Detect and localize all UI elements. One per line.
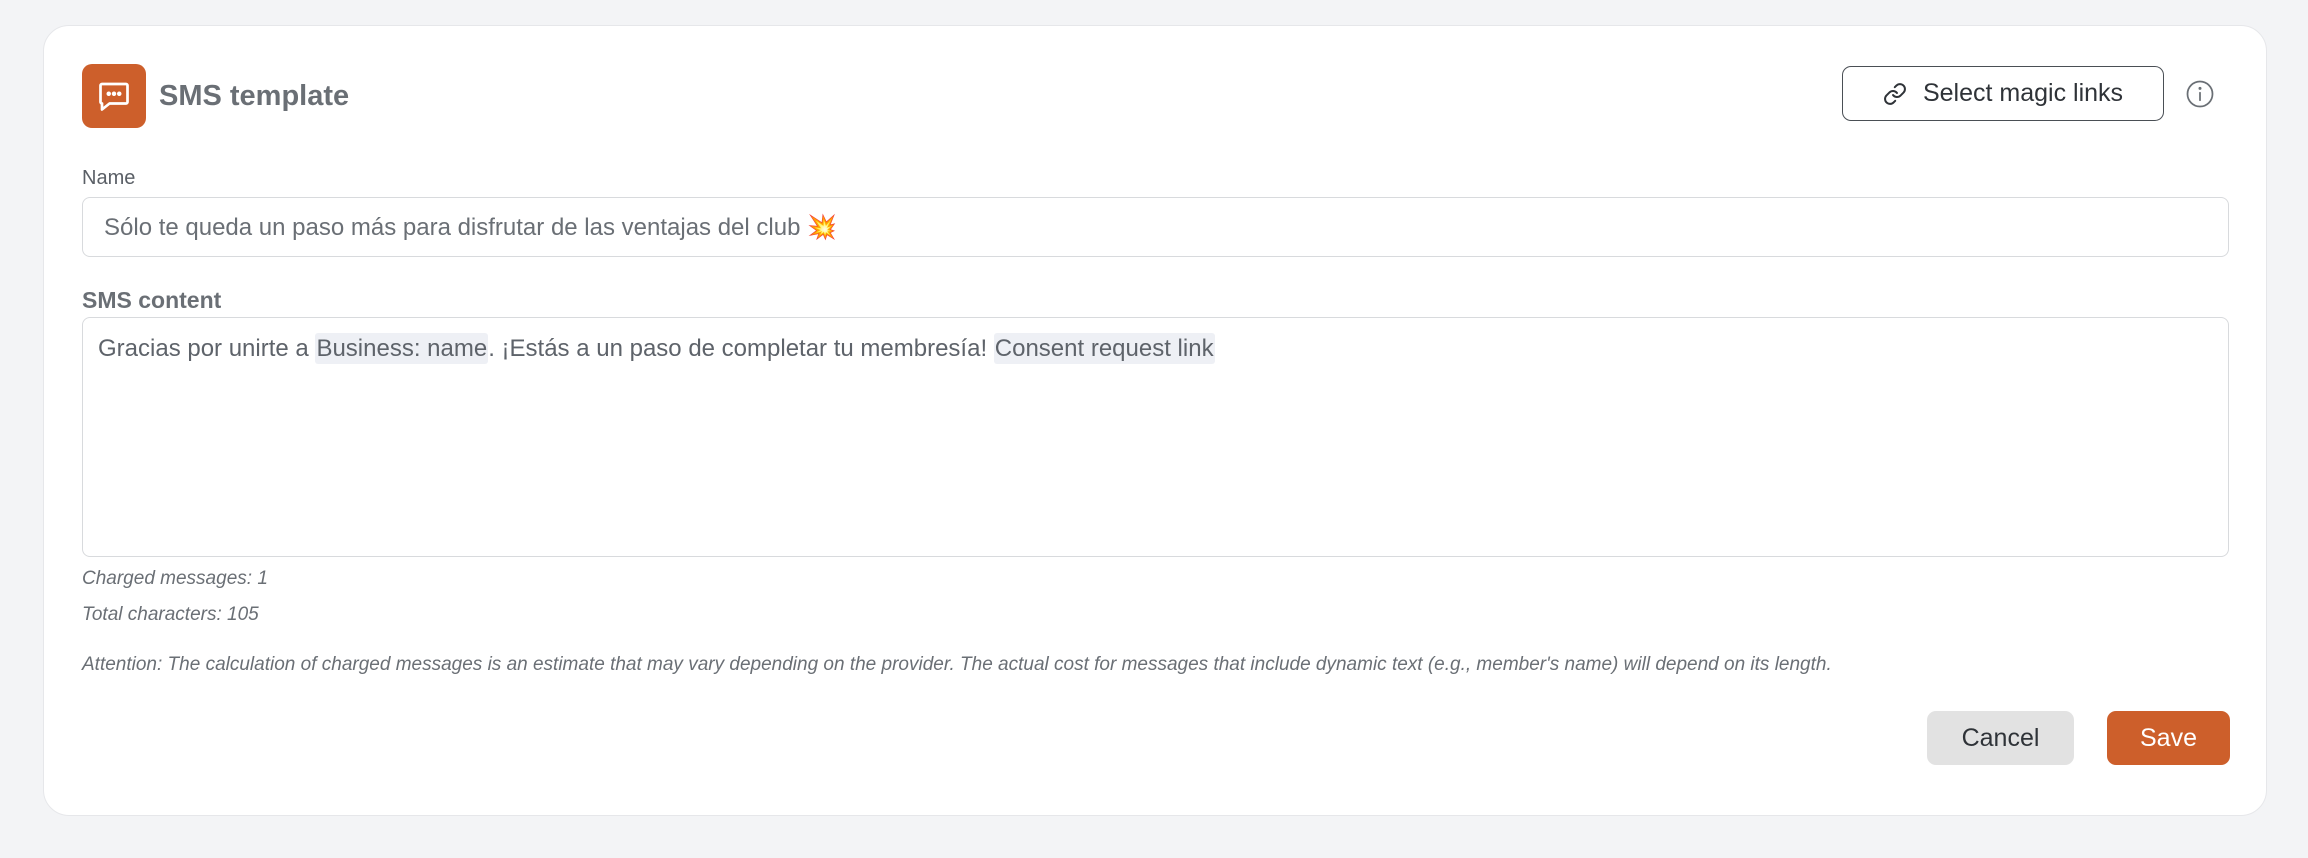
sms-content-label: SMS content — [82, 287, 222, 313]
name-input[interactable] — [82, 197, 2229, 257]
total-characters-count: Total characters: 105 — [82, 604, 259, 625]
charged-messages-count: Charged messages: 1 — [82, 568, 268, 589]
link-icon — [1884, 82, 1906, 105]
info-icon[interactable] — [2185, 79, 2215, 109]
select-magic-links-label: Select magic links — [1922, 79, 2124, 107]
sms-template-card: SMS template Select magic links Name SMS… — [43, 25, 2267, 816]
sms-content-text: . ¡Estás a un paso de completar tu membr… — [488, 335, 994, 362]
save-button[interactable]: Save — [2107, 711, 2230, 765]
page-title: SMS template — [159, 80, 350, 112]
sms-content-text: Gracias por unirte a — [98, 335, 316, 362]
cancel-button[interactable]: Cancel — [1927, 711, 2074, 765]
variable-chip-business-name[interactable]: Business: name — [315, 333, 489, 364]
sms-content-editor[interactable]: Gracias por unirte a Business: name. ¡Es… — [82, 317, 2229, 557]
attention-note: Attention: The calculation of charged me… — [82, 654, 1832, 675]
message-dots-icon — [82, 64, 146, 128]
select-magic-links-button[interactable]: Select magic links — [1842, 66, 2164, 121]
name-label: Name — [82, 167, 136, 189]
variable-chip-consent-link[interactable]: Consent request link — [993, 333, 1215, 364]
